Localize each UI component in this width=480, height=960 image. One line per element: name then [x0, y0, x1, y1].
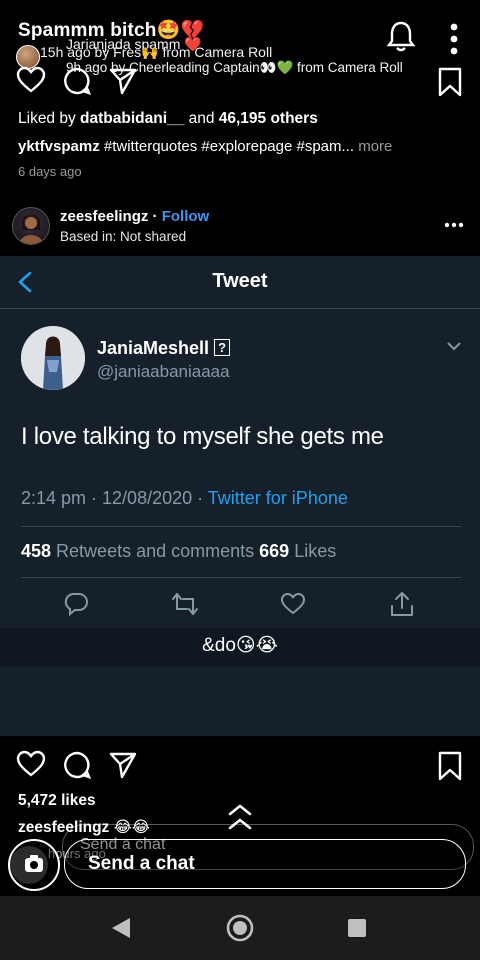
- camera-button[interactable]: [8, 839, 60, 891]
- liked-by-text: Liked by datbabidani__ and 46,195 others: [18, 110, 318, 128]
- liked-by-user[interactable]: datbabidani__: [80, 110, 184, 127]
- tweet-author-handle[interactable]: @janiaabaniaaaa: [97, 362, 230, 382]
- liked-by-prefix: Liked by: [18, 110, 81, 127]
- back-triangle-icon[interactable]: [110, 916, 132, 940]
- chevron-down-icon[interactable]: [446, 340, 462, 352]
- bell-icon[interactable]: [386, 20, 416, 54]
- tweet-source-link[interactable]: Twitter for iPhone: [208, 488, 348, 508]
- home-circle-icon[interactable]: [225, 913, 255, 943]
- post-options-icon[interactable]: [444, 222, 464, 228]
- caption-more-link[interactable]: more: [354, 138, 392, 155]
- poster-location: Based in: Not shared: [60, 229, 187, 244]
- tweet-retweet-icon[interactable]: [171, 591, 199, 617]
- retweets-label[interactable]: Retweets and comments: [51, 541, 259, 561]
- poster-username[interactable]: zeesfeelingz: [60, 208, 148, 225]
- tweet-stats: 458 Retweets and comments 669 Likes: [21, 541, 336, 562]
- post-likes-count[interactable]: 5,472 likes: [18, 792, 96, 810]
- more-vertical-icon[interactable]: [447, 22, 461, 62]
- retweet-count[interactable]: 458: [21, 541, 51, 561]
- recents-square-icon[interactable]: [347, 918, 367, 938]
- tweet-meta: 2:14 pm · 12/08/2020 · Twitter for iPhon…: [21, 488, 348, 509]
- bookmark-icon[interactable]: [437, 66, 463, 98]
- separator-dot: ·: [148, 208, 162, 225]
- tweet-time: 2:14 pm · 12/08/2020 ·: [21, 488, 208, 508]
- comment-icon[interactable]: [62, 750, 92, 780]
- share-icon[interactable]: [108, 750, 138, 780]
- tweet-share-icon[interactable]: [389, 590, 415, 618]
- follow-button[interactable]: Follow: [162, 208, 210, 225]
- tweet-text: I love talking to myself she gets me: [21, 423, 384, 450]
- tweet-header-title: Tweet: [212, 270, 268, 292]
- story-subtitle-b: 15h ago by Fres🙌 from Camera Roll: [40, 44, 273, 60]
- likes-label[interactable]: Likes: [289, 541, 336, 561]
- like-heart-icon[interactable]: [16, 66, 46, 94]
- poster-avatar[interactable]: [12, 207, 50, 245]
- post-timestamp: 6 days ago: [18, 164, 82, 179]
- tweet-author-avatar[interactable]: [21, 326, 85, 390]
- post-caption: yktfvspamz #twitterquotes #explorepage #…: [18, 138, 392, 155]
- tweet-author-name-row: JaniaMeshell ?: [97, 338, 231, 359]
- tweet-reply-icon[interactable]: [63, 591, 89, 617]
- tweet-author-name[interactable]: JaniaMeshell: [97, 338, 209, 358]
- poster-username-row: zeesfeelingz · Follow: [60, 208, 209, 225]
- divider: [21, 577, 461, 578]
- liked-by-and: and: [184, 110, 219, 127]
- send-chat-placeholder: Send a chat: [88, 853, 195, 874]
- like-heart-icon[interactable]: [16, 750, 46, 778]
- liked-by-count[interactable]: 46,195 others: [219, 110, 318, 127]
- caption-text: #twitterquotes #explorepage #spam...: [99, 138, 355, 155]
- share-icon[interactable]: [108, 66, 138, 96]
- tweet-bottom-area: [0, 666, 480, 736]
- unknown-glyph-badge: ?: [214, 339, 231, 356]
- comment-icon[interactable]: [62, 66, 92, 96]
- caption-strip-text: &do😘😭: [202, 635, 278, 656]
- caption-user[interactable]: yktfvspamz: [18, 138, 100, 155]
- bookmark-icon[interactable]: [437, 750, 463, 782]
- divider: [21, 526, 461, 527]
- tweet-like-icon[interactable]: [280, 592, 306, 616]
- like-count[interactable]: 669: [259, 541, 289, 561]
